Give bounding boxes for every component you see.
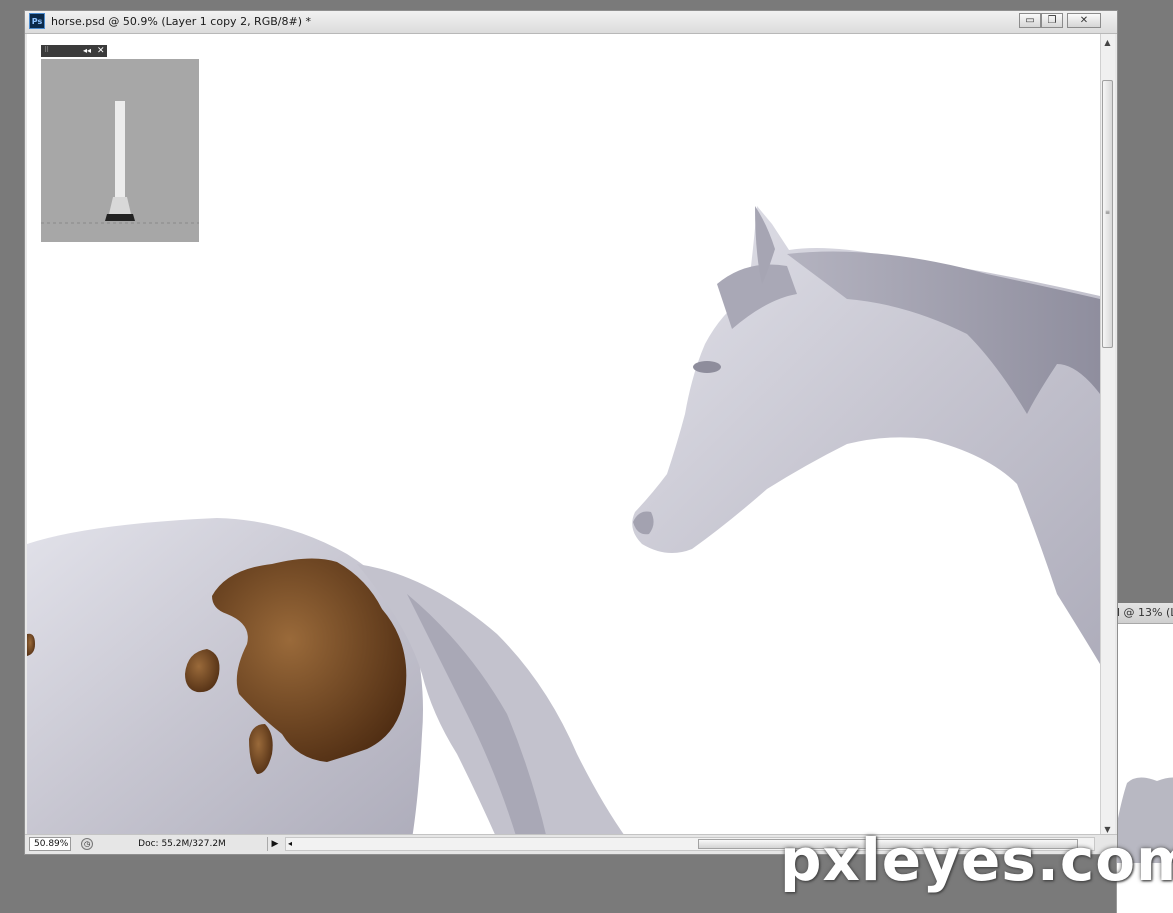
photoshop-app-icon: Ps [29,13,45,29]
panel-close-icon[interactable]: ✕ [97,45,105,57]
minimize-button[interactable]: ▭ [1019,13,1041,28]
title-bar[interactable]: Ps horse.psd @ 50.9% (Layer 1 copy 2, RG… [25,11,1117,34]
watermark: pxleyes.com [780,826,1173,894]
panel-grip-icon[interactable]: ⠿ [44,46,49,55]
document-title: horse.psd @ 50.9% (Layer 1 copy 2, RGB/8… [51,15,311,28]
status-menu-arrow-icon[interactable]: ▶ [269,837,281,851]
scroll-up-icon[interactable]: ▲ [1101,36,1114,50]
background-window-title: l @ 13% (L [1117,603,1173,624]
status-clock-icon[interactable]: ◷ [81,838,93,850]
image-canvas[interactable]: ⠿ ◂◂ ✕ [27,34,1100,839]
collapse-icon[interactable]: ◂◂ [83,45,91,57]
close-button[interactable]: ✕ [1067,13,1101,28]
scroll-left-icon[interactable]: ◂ [288,838,292,850]
tool-preview-panel[interactable]: ⠿ ◂◂ ✕ [41,45,199,243]
brush-preview [41,59,199,242]
zoom-field[interactable]: 50.89% [29,837,71,851]
vertical-scrollbar[interactable]: ▲ ≡ ▼ [1100,34,1115,839]
vertical-scroll-thumb[interactable]: ≡ [1102,80,1113,348]
brush-icon [41,101,199,224]
panel-header[interactable]: ⠿ ◂◂ ✕ [41,45,107,57]
restore-button[interactable]: ❐ [1041,13,1063,28]
doc-size-info[interactable]: Doc: 55.2M/327.2M [97,837,268,851]
document-window[interactable]: Ps horse.psd @ 50.9% (Layer 1 copy 2, RG… [24,10,1118,855]
